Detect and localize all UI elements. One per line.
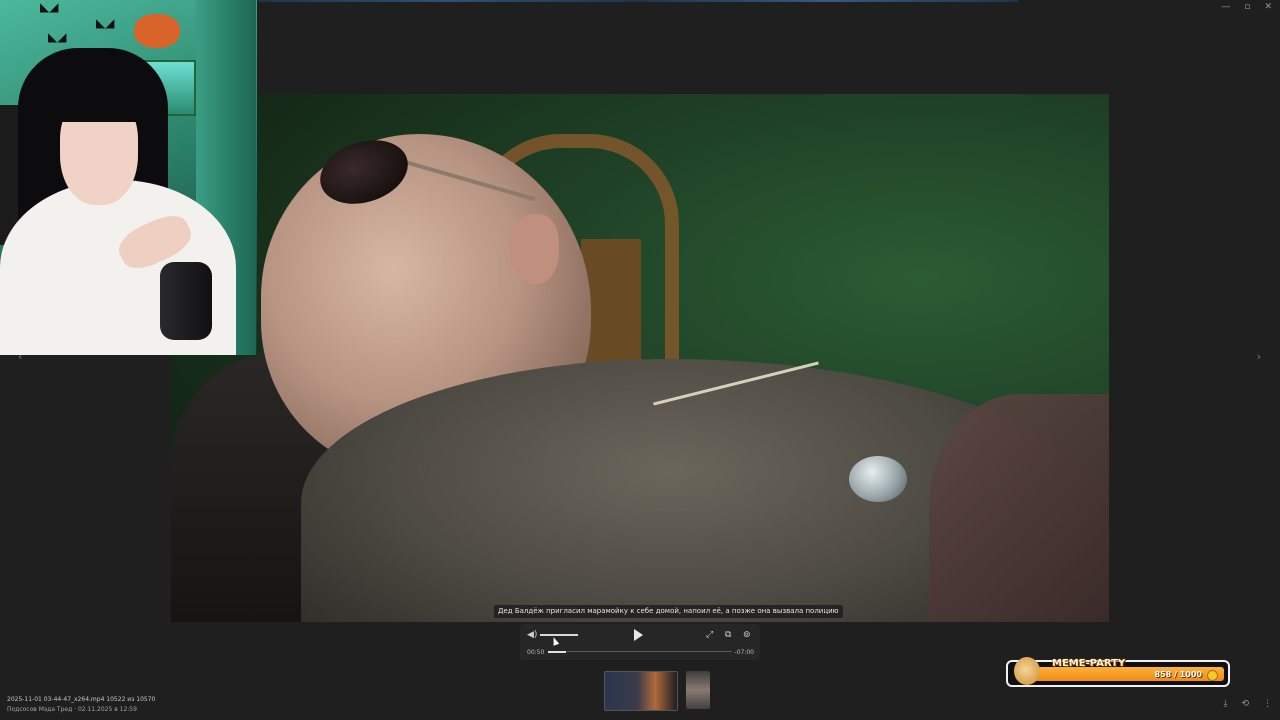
coin-icon	[1207, 670, 1218, 681]
more-icon[interactable]: ⋮	[1263, 699, 1272, 709]
window-controls: — ▫ ✕	[1221, 2, 1272, 12]
pumpkin-decoration	[134, 14, 180, 48]
seek-bar[interactable]	[548, 650, 732, 653]
maximize-button[interactable]: ▫	[1244, 2, 1250, 12]
microphone	[160, 262, 212, 340]
next-arrow-icon[interactable]: ›	[1257, 350, 1261, 363]
thumbnail-next[interactable]	[686, 671, 710, 709]
play-button[interactable]	[634, 629, 643, 641]
bat-icon: ◣◢	[48, 30, 67, 44]
file-meta: Подсосов Мэда Тред · 02.11.2025 в 12:59	[7, 706, 137, 713]
fullscreen-icon[interactable]: ⤢	[706, 630, 713, 640]
doge-icon	[1014, 657, 1040, 685]
subtitle: Дед Балдёж пригласил марамойку к себе до…	[494, 605, 843, 618]
file-info: 2025-11-01 03-44-47_x264.mp4 10522 из 10…	[7, 695, 155, 715]
arm-shadow	[929, 394, 1109, 622]
meme-party-widget: MEME-PARTY 858 / 1000	[1006, 657, 1230, 687]
ear	[509, 214, 559, 284]
rotate-icon[interactable]: ⟲	[1241, 699, 1249, 709]
bat-icon: ◣◢	[40, 0, 59, 14]
pip-icon[interactable]: ⧉	[725, 630, 731, 640]
thumbnail-current[interactable]	[604, 671, 678, 711]
video-frame[interactable]	[171, 94, 1109, 622]
coat-button	[849, 456, 907, 502]
meme-party-count: 858 / 1000	[1154, 670, 1202, 679]
top-strip	[258, 0, 1018, 2]
current-time: 00:50	[527, 649, 545, 656]
close-button[interactable]: ✕	[1264, 2, 1272, 12]
webcam-overlay: ◣◢ ◣◢ ◣◢	[0, 0, 257, 355]
minimize-button[interactable]: —	[1221, 2, 1230, 12]
bat-icon: ◣◢	[96, 16, 115, 30]
bottom-toolbar: ⤓ ⟲ ⋮	[1223, 699, 1272, 709]
volume-icon[interactable]: ◀)	[527, 630, 537, 640]
file-name: 2025-11-01 03-44-47_x264.mp4 10522 из 10…	[7, 696, 156, 703]
media-viewer: — ▫ ✕ ◣◢ ◣◢ ◣◢ ‹ › Дед Балдёж пригласил …	[0, 0, 1280, 720]
seek-progress	[548, 650, 567, 653]
speed-icon[interactable]: ⊚	[743, 630, 751, 640]
previous-arrow-icon[interactable]: ‹	[18, 350, 22, 363]
meme-party-title: MEME-PARTY	[1052, 658, 1126, 669]
download-icon[interactable]: ⤓	[1223, 699, 1227, 709]
remaining-time: -07:00	[734, 649, 754, 656]
volume-slider[interactable]	[540, 634, 578, 636]
